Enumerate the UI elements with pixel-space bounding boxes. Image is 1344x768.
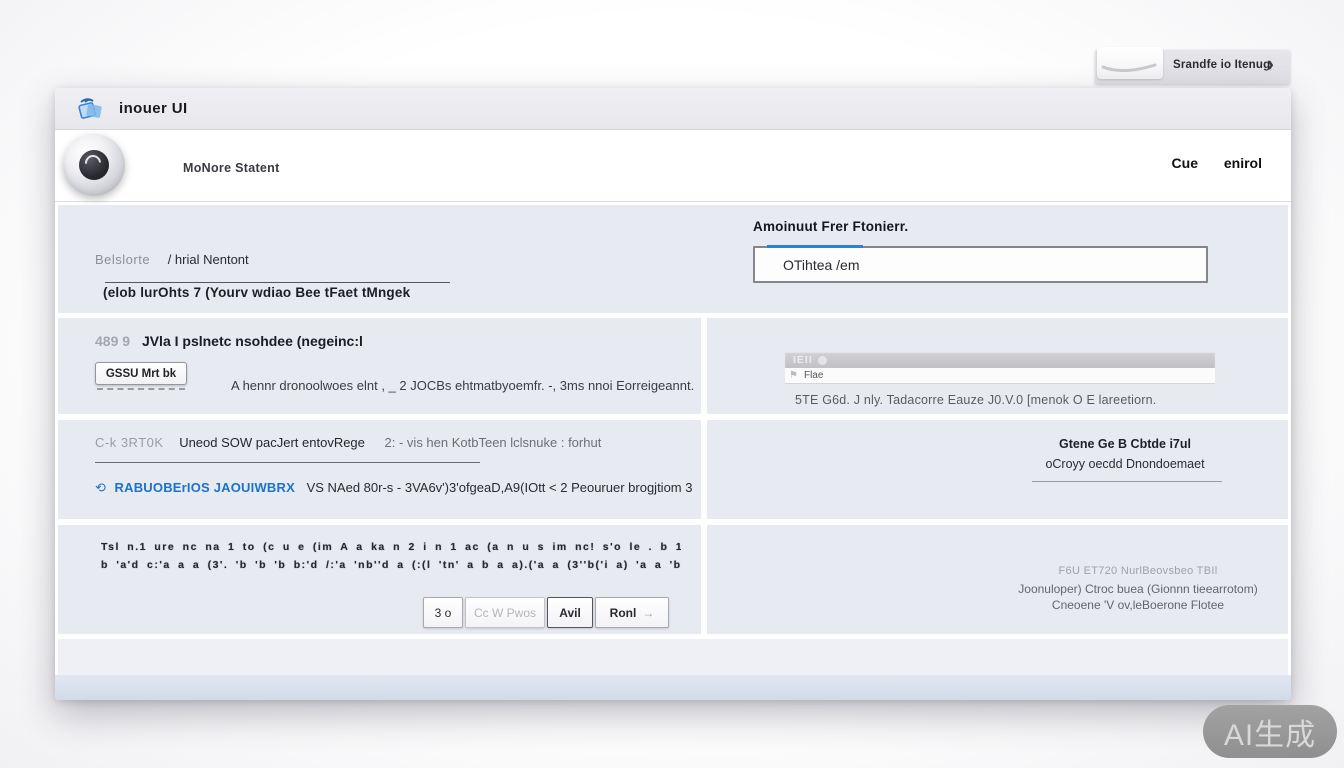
orb-glyph-icon	[79, 150, 109, 180]
footer-info-line-3: Cneoene 'V ov,leBoerone Flotee	[988, 598, 1288, 612]
header-actions: Cue enirol	[1150, 155, 1262, 171]
codes-title: Gtene Ge B Cbtde i7ul	[985, 437, 1265, 451]
title-bar: inouer UI	[55, 88, 1291, 130]
refresh-circle-icon: ⟲	[95, 480, 106, 495]
fineprint-line-2: b 'a'd c:'a a a (3'. 'b 'b 'b b:'d /:'a …	[101, 559, 681, 571]
quick-settings-label: Srandfe io Itenug	[1173, 59, 1270, 71]
swoosh-icon	[1097, 47, 1163, 79]
options-heading-muted: 489 9	[95, 333, 130, 349]
amount-field-label: Amoinuut Frer Ftonierr.	[753, 219, 908, 234]
network-line-main: Uneod SOW pacJert entovRege	[179, 435, 365, 450]
network-line: C-k 3RT0K Uneod SOW pacJert entovRege 2:…	[95, 435, 601, 450]
network-divider	[95, 462, 480, 463]
power-orb-button[interactable]	[63, 134, 125, 196]
quick-settings-toolbar[interactable]: Srandfe io Itenug ›	[1095, 50, 1290, 84]
app-window: inouer UI MoNore Statent Cue enirol Bels…	[55, 88, 1291, 700]
action-button-3[interactable]: Avil	[547, 597, 593, 628]
header-bar: MoNore Statent Cue enirol	[55, 131, 1291, 202]
profile-subtitle: (elob lurOhts 7 (Yourv wdiao Bee tFaet t…	[103, 285, 410, 300]
profile-label-muted: Belslorte	[95, 252, 150, 267]
options-button-underline	[97, 388, 185, 390]
options-heading-main: JVla I pslnetc nsohdee (negeinc:l	[142, 333, 363, 349]
amount-input[interactable]	[753, 246, 1208, 283]
flag-icon: ⚑	[789, 370, 798, 381]
header-action-primary[interactable]: Cue	[1172, 155, 1198, 171]
action-button-group: 3 o Cc W Pwos Avil Ronl →	[423, 597, 669, 628]
file-row[interactable]: ⚑ Flae	[785, 368, 1215, 384]
header-action-secondary[interactable]: enirol	[1224, 155, 1262, 171]
footer-strip	[55, 675, 1291, 700]
progress-dot-icon	[818, 356, 827, 365]
app-logo-icon	[77, 96, 105, 122]
chevron-right-icon[interactable]: ›	[1267, 51, 1274, 77]
file-row-label: Flae	[804, 370, 823, 381]
fineprint-line-1: Tsl n.1 ure nc na 1 to (c u e (im A a ka…	[101, 541, 681, 553]
network-line-muted: C-k 3RT0K	[95, 435, 164, 450]
action-button-next[interactable]: Ronl →	[595, 597, 669, 628]
codes-divider	[1032, 481, 1222, 482]
progress-faint-label: IEII	[793, 354, 813, 366]
profile-label: Belslorte / hrial Nentont	[95, 252, 249, 267]
header-status-label: MoNore Statent	[183, 161, 280, 175]
action-button-1[interactable]: 3 o	[423, 597, 463, 628]
options-description: A hennr dronoolwoes elnt , _ 2 JOCBs eht…	[231, 378, 694, 393]
options-button[interactable]: GSSU Mrt bk	[95, 362, 187, 385]
options-heading: 489 9 JVla I pslnetc nsohdee (negeinc:l	[95, 333, 363, 349]
footer-info-line-1: F6U ET720 NurlBeovsbeo TBIl	[988, 565, 1288, 577]
profile-label-main: / hrial Nentont	[168, 252, 249, 267]
footer-info-line-2: Joonuloper) Ctroc buea (Gionnn tieearrot…	[988, 582, 1288, 596]
panel-actions-right	[707, 525, 1288, 634]
ai-generated-watermark: AI生成	[1203, 705, 1337, 758]
swoosh-button[interactable]	[1097, 47, 1163, 79]
codes-option[interactable]: oCroyy oecdd Dnondoemaet	[985, 457, 1265, 471]
version-caption: 5TE G6d. J nly. Tadacorre Eauze J0.V.0 […	[795, 393, 1156, 407]
network-link-tail: VS NAed 80r-s - 3VA6v')3'ofgeaD,A9(IOtt …	[307, 480, 693, 495]
input-focus-accent	[767, 245, 863, 248]
network-line-tail: 2: - vis hen KotbTeen lclsnuke : forhut	[385, 435, 602, 450]
network-link[interactable]: RABUOBErIOS JAOUIWBRX	[115, 480, 295, 495]
bottom-strip	[58, 639, 1288, 675]
window-title: inouer UI	[119, 100, 188, 117]
network-link-row[interactable]: ⟲ RABUOBErIOS JAOUIWBRX VS NAed 80r-s - …	[95, 480, 692, 496]
arrow-right-icon: →	[642, 606, 654, 620]
profile-divider	[105, 282, 450, 283]
progress-track: IEII	[785, 352, 1215, 368]
next-button-label: Ronl	[610, 606, 637, 620]
action-button-2-disabled[interactable]: Cc W Pwos	[465, 597, 545, 628]
